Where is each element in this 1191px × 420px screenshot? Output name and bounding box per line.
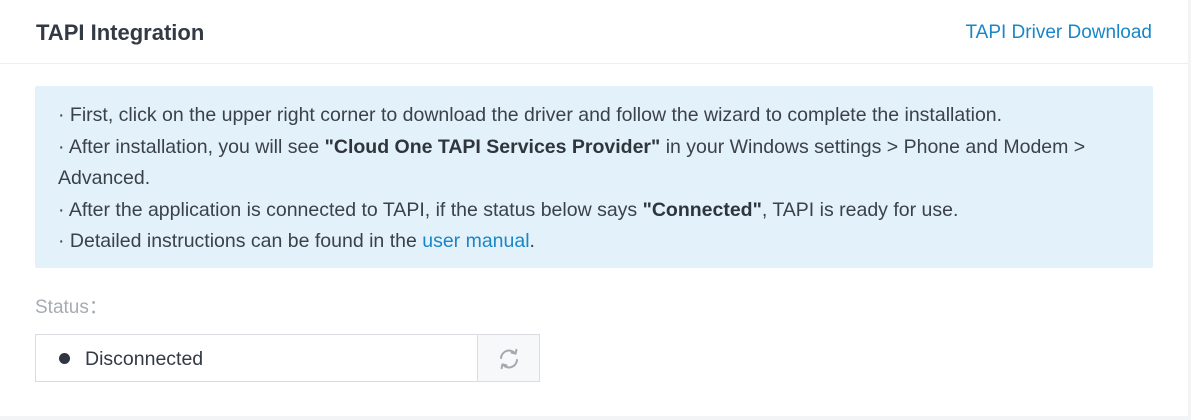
status-dot-icon (59, 353, 70, 364)
tapi-integration-panel: TAPI Integration TAPI Driver Download · … (0, 0, 1188, 416)
instruction-line-4-text: · Detailed instructions can be found in … (58, 230, 423, 252)
connected-keyword: "Connected" (642, 198, 762, 221)
status-label: Status： (35, 297, 108, 318)
panel-header: TAPI Integration TAPI Driver Download (0, 0, 1188, 64)
user-manual-link[interactable]: user manual (422, 230, 529, 252)
refresh-status-button[interactable] (477, 334, 540, 382)
instruction-line-4: · Detailed instructions can be found in … (58, 226, 1131, 258)
refresh-icon (500, 348, 518, 370)
instruction-line-1: · First, click on the upper right corner… (58, 100, 1131, 132)
instruction-line-3: · After the application is connected to … (58, 195, 1131, 227)
instructions-box: · First, click on the upper right corner… (35, 86, 1153, 268)
status-field: Disconnected (35, 334, 478, 382)
provider-name: "Cloud One TAPI Services Provider" (324, 135, 661, 158)
instruction-line-4-suffix: . (529, 230, 535, 252)
instruction-line-2-text: · After installation, you will see (58, 135, 325, 158)
instruction-line-3-text: · After the application is connected to … (58, 198, 643, 221)
status-value: Disconnected (85, 348, 204, 370)
page-title: TAPI Integration (36, 20, 205, 45)
instruction-line-1-text: · First, click on the upper right corner… (58, 104, 1003, 126)
instruction-line-2: · After installation, you will see "Clou… (58, 132, 1131, 195)
tapi-driver-download-link[interactable]: TAPI Driver Download (965, 21, 1152, 45)
instruction-line-3-suffix: , TAPI is ready for use. (761, 198, 959, 221)
